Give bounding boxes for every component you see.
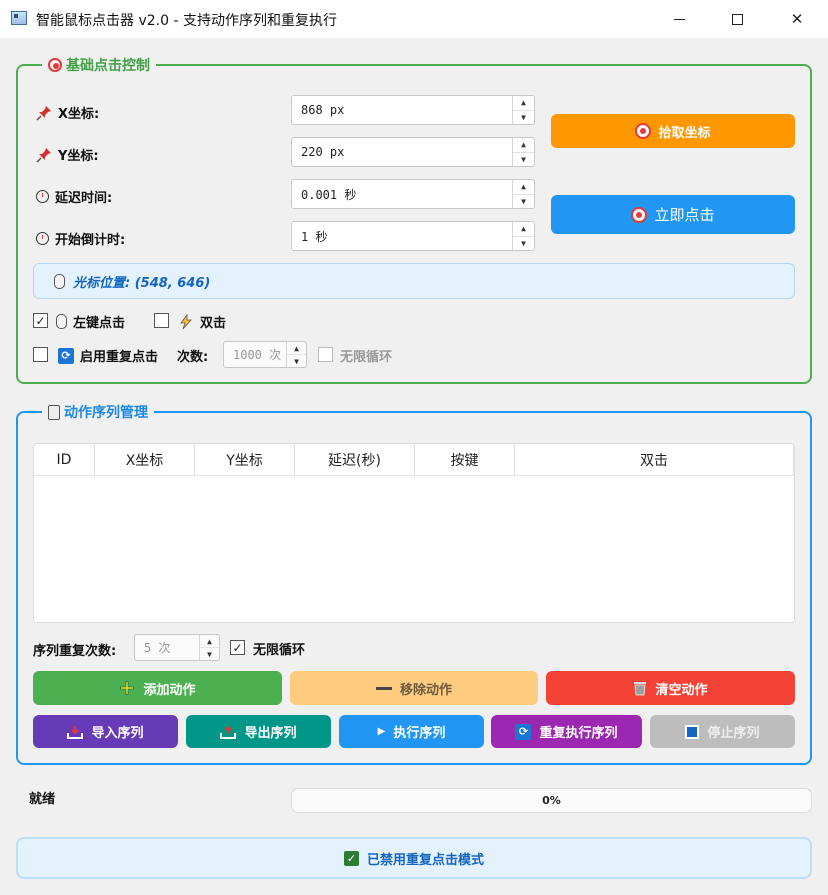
spin-down-icon[interactable]: ▼: [513, 111, 534, 125]
spin-up-icon[interactable]: ▲: [513, 222, 534, 237]
spin-up-icon[interactable]: ▲: [513, 96, 534, 111]
stopwatch-icon: [36, 232, 49, 245]
spin-down-icon[interactable]: ▼: [513, 153, 534, 167]
clear-actions-button[interactable]: 清空动作: [546, 671, 795, 705]
column-header-delay[interactable]: 延迟(秒): [295, 444, 415, 476]
clipboard-icon: [48, 404, 60, 420]
close-button[interactable]: ✕: [774, 0, 820, 38]
progress-label: 0%: [542, 794, 561, 807]
app-icon: [11, 11, 27, 25]
play-icon: ▶: [377, 726, 386, 737]
column-header-y[interactable]: Y坐标: [195, 444, 295, 476]
repeat-count-label: 次数:: [177, 350, 209, 365]
enable-repeat-label[interactable]: ⟳ 启用重复点击: [58, 346, 158, 365]
mouse-icon: [56, 314, 67, 329]
cursor-position-display: 光标位置: (548, 646): [33, 263, 795, 299]
y-coord-label: Y坐标:: [36, 145, 99, 164]
column-header-x[interactable]: X坐标: [95, 444, 195, 476]
spin-down-icon[interactable]: ▼: [200, 648, 219, 660]
stopwatch-icon: [36, 190, 49, 203]
sequence-repeat-label: 序列重复次数:: [33, 644, 117, 659]
minimize-icon: [673, 18, 685, 20]
export-sequence-button[interactable]: 导出序列: [186, 715, 331, 748]
close-icon: ✕: [790, 10, 804, 28]
click-now-button[interactable]: 立即点击: [551, 195, 795, 234]
infinite-loop-label[interactable]: 无限循环: [340, 346, 392, 365]
mouse-icon: [54, 273, 65, 289]
column-header-double[interactable]: 双击: [515, 444, 794, 476]
left-click-label[interactable]: 左键点击: [56, 312, 125, 331]
remove-action-button[interactable]: 移除动作: [290, 671, 538, 705]
pushpin-icon: [36, 147, 51, 163]
window-title: 智能鼠标点击器 v2.0 - 支持动作序列和重复执行: [36, 13, 337, 29]
inbox-tray-icon: [67, 725, 84, 739]
column-header-id[interactable]: ID: [34, 444, 95, 476]
progress-bar: 0%: [291, 788, 812, 813]
maximize-button[interactable]: [714, 0, 760, 38]
spin-up-icon[interactable]: ▲: [513, 138, 534, 153]
target-icon: [48, 58, 62, 72]
repeat-execute-button[interactable]: ⟳ 重复执行序列: [491, 715, 642, 748]
basic-control-title: 基础点击控制: [42, 55, 156, 75]
spin-up-icon[interactable]: ▲: [287, 342, 306, 355]
infinite-loop-checkbox[interactable]: [318, 347, 333, 362]
maximize-icon: [731, 13, 743, 25]
status-text: 就绪: [29, 792, 56, 807]
repeat-icon: ⟳: [58, 347, 74, 364]
enable-repeat-checkbox[interactable]: [33, 347, 48, 362]
table-header: ID X坐标 Y坐标 延迟(秒) 按键 双击: [34, 444, 794, 476]
delay-label: 延迟时间:: [36, 187, 112, 206]
check-mark-icon: ✓: [343, 850, 359, 866]
sequence-repeat-spinbox[interactable]: 5 次 ▲ ▼: [134, 634, 220, 661]
x-coord-label: X坐标:: [36, 103, 99, 122]
trash-icon: [634, 682, 647, 696]
repeat-mode-banner: ✓ 已禁用重复点击模式: [16, 837, 812, 879]
countdown-spinbox[interactable]: 1 秒 ▲ ▼: [291, 221, 535, 251]
y-coord-spinbox[interactable]: 220 px ▲ ▼: [291, 137, 535, 167]
minus-icon: [375, 686, 392, 690]
target-icon: [631, 206, 648, 223]
lightning-icon: [180, 313, 192, 329]
stop-icon: [685, 724, 700, 739]
stop-sequence-button[interactable]: 停止序列: [650, 715, 795, 748]
import-sequence-button[interactable]: 导入序列: [33, 715, 178, 748]
spin-up-icon[interactable]: ▲: [200, 635, 219, 648]
repeat-icon: ⟳: [515, 723, 532, 740]
minimize-button[interactable]: [656, 0, 702, 38]
spin-down-icon[interactable]: ▼: [287, 355, 306, 367]
target-icon: [635, 123, 652, 139]
repeat-count-spinbox[interactable]: 1000 次 ▲ ▼: [223, 341, 307, 368]
execute-sequence-button[interactable]: ▶ 执行序列: [339, 715, 484, 748]
sequence-infinite-label[interactable]: 无限循环: [253, 639, 305, 658]
action-table[interactable]: ID X坐标 Y坐标 延迟(秒) 按键 双击: [33, 443, 795, 623]
pushpin-icon: [36, 105, 51, 121]
add-action-button[interactable]: 添加动作: [33, 671, 282, 705]
pick-coord-button[interactable]: 拾取坐标: [551, 114, 795, 148]
countdown-label: 开始倒计时:: [36, 229, 125, 248]
double-click-checkbox[interactable]: [154, 313, 169, 328]
plus-icon: [120, 681, 135, 695]
checkmark-icon: ✓: [35, 313, 46, 328]
sequence-title: 动作序列管理: [42, 402, 154, 422]
left-click-checkbox[interactable]: ✓: [33, 313, 48, 328]
column-header-button[interactable]: 按键: [415, 444, 515, 476]
title-bar[interactable]: 智能鼠标点击器 v2.0 - 支持动作序列和重复执行 ✕: [0, 0, 828, 38]
spin-up-icon[interactable]: ▲: [513, 180, 534, 195]
double-click-label[interactable]: 双击: [178, 312, 226, 331]
outbox-tray-icon: [220, 725, 237, 739]
x-coord-spinbox[interactable]: 868 px ▲ ▼: [291, 95, 535, 125]
checkmark-icon: ✓: [232, 640, 243, 655]
spin-down-icon[interactable]: ▼: [513, 237, 534, 251]
sequence-infinite-checkbox[interactable]: ✓: [230, 640, 245, 655]
delay-spinbox[interactable]: 0.001 秒 ▲ ▼: [291, 179, 535, 209]
spin-down-icon[interactable]: ▼: [513, 195, 534, 209]
